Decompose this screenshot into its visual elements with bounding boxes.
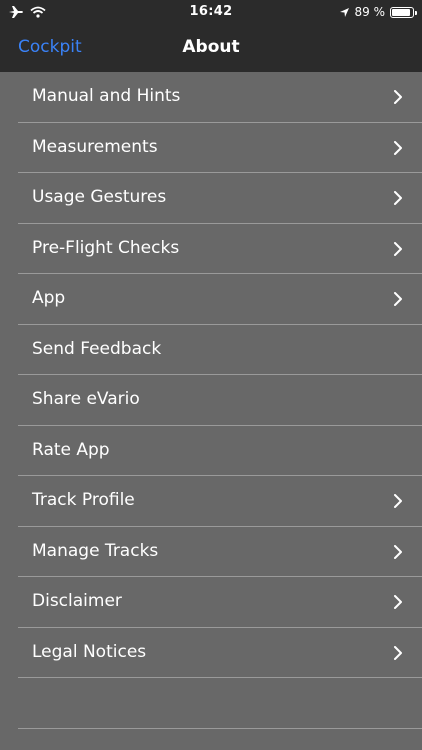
- menu-item-label: App: [32, 288, 66, 308]
- menu-item-label: Disclaimer: [32, 591, 122, 611]
- menu-item-send-feedback[interactable]: Send Feedback: [0, 325, 422, 376]
- menu-item-legal-notices[interactable]: Legal Notices: [0, 628, 422, 679]
- location-arrow-icon: [339, 7, 349, 17]
- chevron-right-icon: [394, 90, 402, 104]
- menu-item-label: Manage Tracks: [32, 540, 159, 561]
- status-bar: 16:42 89 %: [0, 0, 422, 24]
- menu-item-track-profile[interactable]: Track Profile: [0, 476, 422, 527]
- chevron-right-icon: [394, 544, 402, 559]
- chevron-right-icon: [394, 645, 402, 660]
- chevron-right-icon: [394, 241, 402, 256]
- menu-item-label: Legal Notices: [32, 641, 147, 662]
- menu-item-measurements[interactable]: Measurements: [0, 123, 422, 174]
- menu-item-pre-flight-checks[interactable]: Pre-Flight Checks: [0, 224, 422, 275]
- chevron-right-icon: [394, 494, 402, 508]
- battery-percentage: 89 %: [354, 5, 386, 19]
- menu-item-app[interactable]: App: [0, 274, 422, 325]
- chevron-right-icon: [394, 140, 402, 155]
- menu-item-share-evario[interactable]: Share eVario: [0, 375, 422, 426]
- menu-item-label: Track Profile: [32, 490, 135, 510]
- menu-item-label: Send Feedback: [32, 338, 162, 359]
- menu-item-label: Rate App: [32, 439, 110, 460]
- list-bottom-divider: [18, 728, 422, 729]
- menu-item-label: Pre-Flight Checks: [32, 237, 180, 258]
- chevron-right-icon: [394, 595, 402, 609]
- battery-level: [392, 8, 410, 16]
- menu-item-label: Usage Gestures: [32, 187, 167, 207]
- menu-item-label: Measurements: [32, 136, 158, 157]
- menu-item-label: Share eVario: [32, 389, 140, 409]
- battery-cap: [415, 10, 417, 15]
- navigation-bar: Cockpit About: [0, 24, 422, 72]
- chevron-right-icon: [394, 191, 402, 205]
- status-right: 89 %: [339, 3, 417, 21]
- page-title: About: [182, 37, 240, 57]
- about-menu-list: Manual and Hints Measurements Usage Gestur…: [0, 72, 422, 678]
- menu-item-rate-app[interactable]: Rate App: [0, 426, 422, 477]
- menu-item-manage-tracks[interactable]: Manage Tracks: [0, 527, 422, 578]
- battery-icon: [390, 6, 417, 18]
- menu-item-disclaimer[interactable]: Disclaimer: [0, 577, 422, 628]
- menu-item-usage-gestures[interactable]: Usage Gestures: [0, 173, 422, 224]
- chevron-right-icon: [394, 292, 402, 306]
- menu-item-label: Manual and Hints: [32, 86, 181, 106]
- menu-item-manual-and-hints[interactable]: Manual and Hints: [0, 72, 422, 123]
